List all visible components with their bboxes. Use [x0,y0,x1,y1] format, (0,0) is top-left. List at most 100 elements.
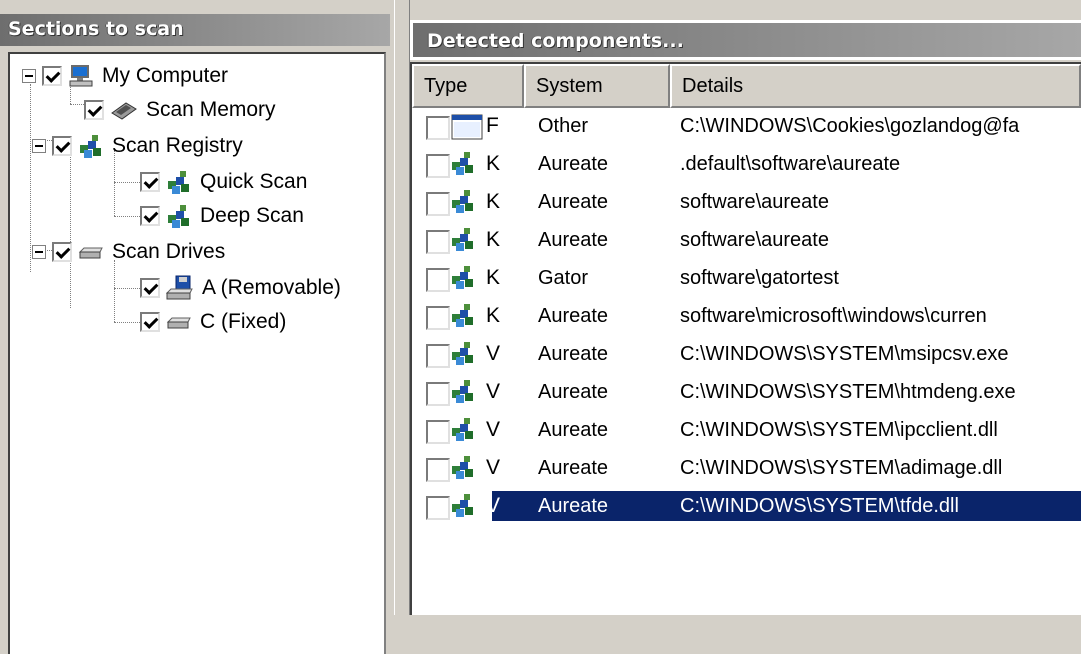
registry-cubes-icon [168,171,189,194]
tree-item-scan-registry[interactable]: Scan Registry [32,130,243,162]
tree-item-scan-drives[interactable]: Scan Drives [32,236,225,268]
row-type: V [486,380,501,403]
row-type: V [486,456,501,479]
row-checkbox[interactable] [426,268,450,292]
row-checkbox[interactable] [426,192,450,216]
row-checkbox[interactable] [426,116,450,140]
table-row[interactable]: V Aureate C:\WINDOWS\SYSTEM\htmdeng.exe [412,376,1081,408]
row-type: K [486,304,501,327]
row-type: V [486,494,501,517]
quick-scan-checkbox[interactable] [140,172,160,192]
row-details: .default\software\aureate [680,153,901,175]
a-removable-checkbox[interactable] [140,278,160,298]
registry-cubes-icon [452,152,473,175]
row-details: software\gatortest [680,267,839,289]
column-header-details[interactable]: Details [670,64,1081,108]
detected-components-header: Detected components... [410,20,1081,60]
scan-memory-checkbox[interactable] [84,100,104,120]
scan-registry-checkbox[interactable] [52,136,72,156]
row-system: Aureate [538,381,609,403]
row-system: Aureate [538,419,609,441]
collapse-toggle[interactable] [32,245,46,259]
row-type: K [486,152,501,175]
table-row[interactable]: K Aureate software\aureate [412,186,1081,218]
tree-label: My Computer [102,64,229,87]
table-row[interactable]: K Aureate software\microsoft\windows\curre… [412,300,1081,332]
tree-label: Deep Scan [200,204,304,227]
registry-cubes-icon [452,456,473,479]
tree-item-scan-memory[interactable]: Scan Memory [84,94,276,126]
table-row[interactable]: K Aureate software\aureate [412,224,1081,256]
row-checkbox[interactable] [426,420,450,444]
row-system: Other [538,115,589,137]
row-details: C:\WINDOWS\Cookies\gozlandog@fa [680,115,1020,137]
tree-connector [114,322,142,323]
column-headers: Type System Details [412,64,1081,108]
row-details: C:\WINDOWS\SYSTEM\adimage.dll [680,457,1003,479]
floppy-drive-icon [166,275,193,300]
row-checkbox[interactable] [426,306,450,330]
my-computer-checkbox[interactable] [42,66,62,86]
tree-item-deep-scan[interactable]: Deep Scan [140,200,304,232]
row-checkbox[interactable] [426,230,450,254]
row-type: K [486,266,501,289]
tree-connector [30,84,31,272]
pane-splitter[interactable] [394,0,410,615]
table-row-selected[interactable]: V Aureate C:\WINDOWS\SYSTEM\tfde.dll [412,490,1081,522]
row-checkbox[interactable] [426,382,450,406]
row-type: K [486,228,501,251]
scan-drives-checkbox[interactable] [52,242,72,262]
registry-cubes-icon [452,494,473,517]
table-row[interactable]: V Aureate C:\WINDOWS\SYSTEM\msipcsv.exe [412,338,1081,370]
registry-cubes-icon [80,135,101,158]
row-system: Aureate [538,495,609,517]
row-system: Aureate [538,305,609,327]
registry-cubes-icon [452,418,473,441]
registry-cubes-icon [452,190,473,213]
table-row[interactable]: F Other C:\WINDOWS\Cookies\gozlandog@fa [412,110,1081,142]
tree-label: Quick Scan [200,170,308,193]
row-type: V [486,418,501,441]
row-system: Aureate [538,191,609,213]
table-row[interactable]: V Aureate C:\WINDOWS\SYSTEM\ipcclient.dll [412,414,1081,446]
deep-scan-checkbox[interactable] [140,206,160,226]
tree-item-a-removable[interactable]: A (Removable) [140,272,341,304]
collapse-toggle[interactable] [22,69,36,83]
row-system: Aureate [538,153,609,175]
tree-connector [114,216,142,217]
tree-connector [114,288,142,289]
table-row[interactable]: V Aureate C:\WINDOWS\SYSTEM\adimage.dll [412,452,1081,484]
row-checkbox[interactable] [426,496,450,520]
column-header-type[interactable]: Type [412,64,524,108]
row-system: Aureate [538,457,609,479]
window-file-icon [451,114,483,140]
tree-label: Scan Memory [146,98,276,121]
registry-cubes-icon [452,228,473,251]
tree-item-c-fixed[interactable]: C (Fixed) [140,306,286,338]
tree-item-quick-scan[interactable]: Quick Scan [140,166,307,198]
collapse-toggle[interactable] [32,139,46,153]
table-row[interactable]: K Gator software\gatortest [412,262,1081,294]
tree-label: Scan Drives [112,240,226,263]
column-header-system[interactable]: System [524,64,670,108]
tree-item-my-computer[interactable]: My Computer [22,60,228,92]
registry-cubes-icon [452,266,473,289]
c-fixed-checkbox[interactable] [140,312,160,332]
registry-cubes-icon [452,342,473,365]
tree-label: A (Removable) [202,276,341,299]
row-details: C:\WINDOWS\SYSTEM\tfde.dll [680,495,959,517]
row-checkbox[interactable] [426,154,450,178]
registry-cubes-icon [452,304,473,327]
row-checkbox[interactable] [426,344,450,368]
row-system: Aureate [538,343,609,365]
row-type: F [486,114,499,137]
row-system: Gator [538,267,589,289]
row-details: software\aureate [680,229,829,251]
row-system: Aureate [538,229,609,251]
row-checkbox[interactable] [426,458,450,482]
row-details: software\microsoft\windows\curren [680,305,987,327]
hard-drive-icon [166,317,191,329]
tree-connector [114,260,115,322]
registry-cubes-icon [168,205,189,228]
table-row[interactable]: K Aureate .default\software\aureate [412,148,1081,180]
